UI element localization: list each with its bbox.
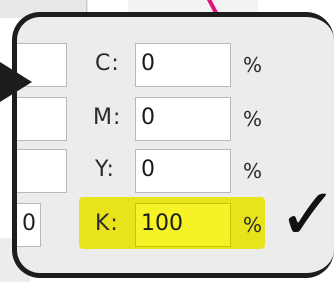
checkmark-icon: ✓ bbox=[278, 172, 334, 256]
left-color-field[interactable] bbox=[17, 97, 67, 141]
callout-pointer-arrow bbox=[0, 62, 32, 102]
yellow-percent-unit: % bbox=[243, 159, 263, 183]
left-color-field[interactable]: 0 bbox=[17, 203, 41, 247]
black-key-input[interactable]: 100 bbox=[135, 203, 231, 247]
magenta-input[interactable]: 0 bbox=[135, 97, 231, 141]
yellow-label: Y: bbox=[95, 157, 115, 182]
yellow-input[interactable]: 0 bbox=[135, 149, 231, 193]
magenta-label: M: bbox=[93, 105, 122, 130]
magenta-percent-unit: % bbox=[243, 107, 263, 131]
cyan-label: C: bbox=[95, 51, 120, 76]
cyan-input[interactable]: 0 bbox=[135, 43, 231, 87]
left-color-field[interactable] bbox=[17, 149, 67, 193]
cyan-percent-unit: % bbox=[243, 53, 263, 77]
black-key-percent-unit: % bbox=[243, 213, 263, 237]
black-key-label: K: bbox=[95, 211, 119, 236]
